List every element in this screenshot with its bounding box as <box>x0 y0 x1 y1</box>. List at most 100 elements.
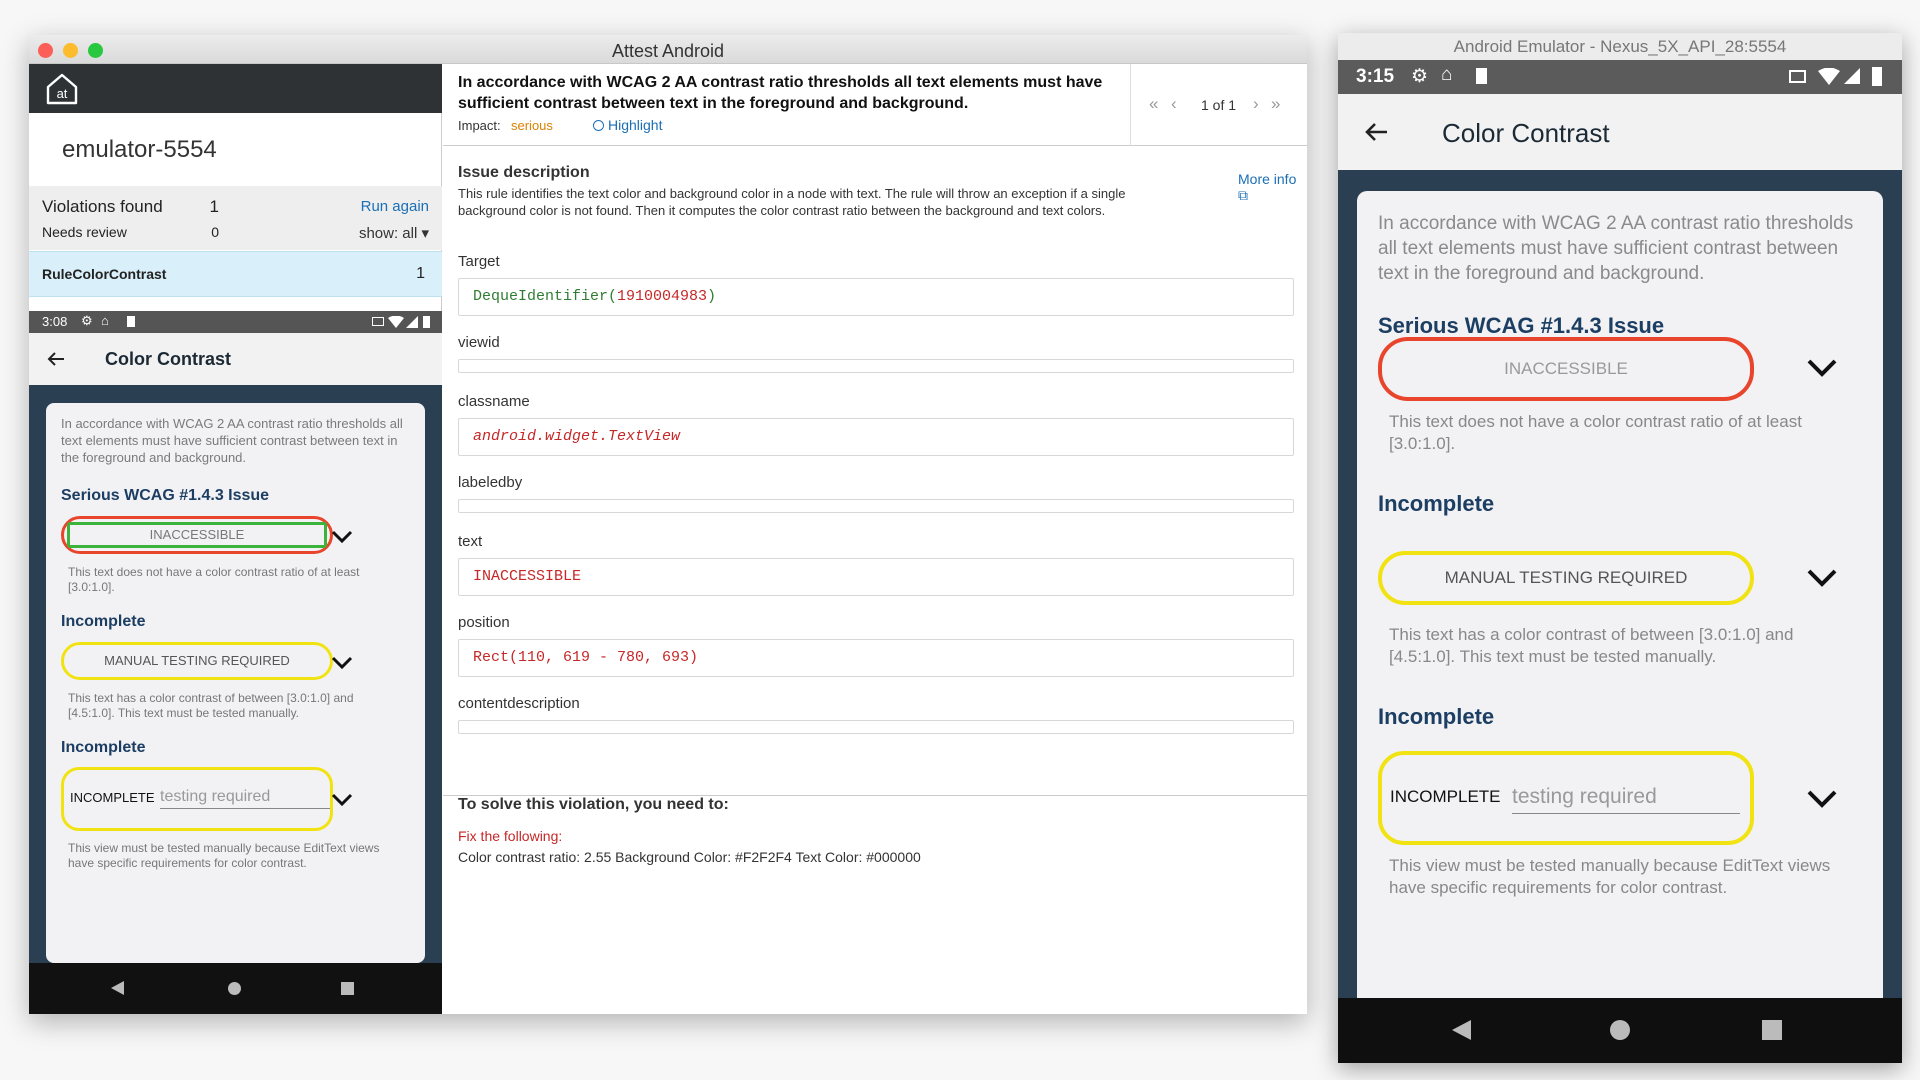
inaccessible-pill[interactable]: INACCESSIBLE <box>1378 337 1754 401</box>
attest-titlebar: Attest Android <box>29 35 1307 64</box>
mini-incomplete-heading-2: Incomplete <box>61 739 146 756</box>
chevron-down-icon[interactable] <box>1806 789 1838 808</box>
issue-pager: « ‹ 1 of 1 › » <box>1130 64 1307 146</box>
mini-inaccessible-pill[interactable]: INACCESSIBLE <box>61 516 333 554</box>
issue-description-heading: Issue description <box>458 164 590 181</box>
field-value-classname[interactable]: android.widget.TextView <box>458 418 1294 456</box>
window-title: Attest Android <box>611 41 725 61</box>
android-emulator-window: Android Emulator - Nexus_5X_API_28:5554 … <box>1338 33 1902 1063</box>
incomplete-input[interactable]: testing required <box>1512 785 1740 814</box>
results-summary: Violations found 1 Needs review 0 Run ag… <box>29 186 442 250</box>
next-page-icon[interactable]: › <box>1253 94 1259 114</box>
chevron-down-icon[interactable] <box>1806 568 1838 587</box>
mini-intro-text: In accordance with WCAG 2 AA contrast ra… <box>61 416 403 465</box>
run-again-link[interactable]: Run again <box>361 198 429 215</box>
target-fn: DequeIdentifier( <box>473 288 618 305</box>
mini-incomplete-desc: This view must be tested manually becaus… <box>68 841 380 870</box>
field-label-target: Target <box>458 253 500 270</box>
prev-page-icon[interactable]: ‹ <box>1171 94 1177 114</box>
mini-incomplete-label: INCOMPLETE <box>70 790 155 805</box>
more-info-link[interactable]: More info ⧉ <box>1238 171 1307 204</box>
solve-section: To solve this violation, you need to: Fi… <box>443 795 1307 1014</box>
wifi-icon <box>1818 68 1840 85</box>
nav-home-icon[interactable] <box>228 982 241 995</box>
battery-icon <box>423 316 430 328</box>
field-value-target[interactable]: DequeIdentifier(1910004983) <box>458 278 1294 316</box>
last-page-icon[interactable]: » <box>1271 94 1280 114</box>
app-status-icon: ⌂ <box>1441 64 1453 85</box>
field-label-contentdescription: contentdescription <box>458 695 580 712</box>
issue-header: In accordance with WCAG 2 AA contrast ra… <box>443 64 1307 146</box>
rule-count: 1 <box>416 265 425 282</box>
nav-home-icon[interactable] <box>1610 1020 1630 1040</box>
show-filter-dropdown[interactable]: show: all ▾ <box>359 224 429 242</box>
field-value-position[interactable]: Rect(110, 619 - 780, 693) <box>458 639 1294 677</box>
inaccessible-desc: This text does not have a color contrast… <box>1389 412 1802 453</box>
mini-status-bar: 3:08 ⚙ ⌂ <box>29 311 442 333</box>
rule-list-item[interactable]: RuleColorContrast 1 <box>29 251 442 297</box>
needs-review-label: Needs review <box>42 224 127 240</box>
settings-status-icon: ⚙ <box>1411 66 1429 87</box>
intro-text: In accordance with WCAG 2 AA contrast ra… <box>1378 213 1854 284</box>
highlight-button[interactable]: Highlight <box>593 117 662 133</box>
back-arrow-icon <box>47 352 64 366</box>
violations-count: 1 <box>209 197 219 216</box>
fix-detail: Color contrast ratio: 2.55 Background Co… <box>458 849 921 865</box>
field-value-text[interactable]: INACCESSIBLE <box>458 558 1294 596</box>
incomplete-heading-2: Incomplete <box>1378 704 1495 729</box>
first-page-icon[interactable]: « <box>1149 94 1158 114</box>
chevron-down-icon[interactable] <box>331 656 353 669</box>
cast-icon <box>1789 70 1806 83</box>
app-header: at <box>29 64 442 113</box>
mini-nav-bar <box>29 963 442 1014</box>
emulator-title: Android Emulator - Nexus_5X_API_28:5554 <box>1453 37 1787 56</box>
results-panel: at emulator-5554 Violations found 1 Need… <box>29 64 442 1014</box>
attest-logo-icon: at <box>46 73 78 105</box>
emulator-app-bar: Color Contrast <box>1338 94 1902 170</box>
mini-manual-pill[interactable]: MANUAL TESTING REQUIRED <box>61 642 333 680</box>
field-value-contentdescription[interactable] <box>458 720 1294 734</box>
mini-app-title: Color Contrast <box>105 349 231 369</box>
cast-icon <box>372 317 384 326</box>
sd-card-icon <box>1476 68 1487 84</box>
mini-incomplete-field[interactable]: INCOMPLETE testing required <box>61 767 333 831</box>
mini-serious-heading: Serious WCAG #1.4.3 Issue <box>61 487 270 504</box>
needs-review-count: 0 <box>211 224 219 240</box>
emulator-status-bar: 3:15 ⚙ ⌂ <box>1338 60 1902 94</box>
device-name: emulator-5554 <box>62 136 217 163</box>
impact-label: Impact: <box>458 118 501 133</box>
chevron-down-icon[interactable] <box>1806 358 1838 377</box>
manual-desc: This text has a color contrast of betwee… <box>1389 625 1794 666</box>
issue-title: In accordance with WCAG 2 AA contrast ra… <box>458 74 1103 112</box>
back-arrow-icon[interactable] <box>1364 122 1388 142</box>
device-screenshot: 3:08 ⚙ ⌂ Color Contrast In accordance wi… <box>29 311 442 1014</box>
battery-icon <box>1872 67 1882 86</box>
sd-card-icon <box>127 316 135 327</box>
emulator-titlebar: Android Emulator - Nexus_5X_API_28:5554 <box>1338 33 1902 60</box>
issue-detail-panel: In accordance with WCAG 2 AA contrast ra… <box>443 64 1307 1014</box>
emulator-nav-bar <box>1338 998 1902 1063</box>
mini-incomplete-heading-1: Incomplete <box>61 613 146 630</box>
nav-back-icon[interactable] <box>111 981 125 995</box>
mini-content-card: In accordance with WCAG 2 AA contrast ra… <box>46 403 425 963</box>
chevron-down-icon[interactable] <box>331 793 353 806</box>
field-value-viewid[interactable] <box>458 359 1294 373</box>
more-info-label: More info <box>1238 171 1297 187</box>
signal-icon <box>406 316 418 328</box>
impact-value: serious <box>511 118 553 133</box>
violations-label: Violations found <box>42 197 163 216</box>
mini-inaccessible-desc: This text does not have a color contrast… <box>68 565 360 594</box>
nav-recents-icon[interactable] <box>341 982 354 995</box>
nav-back-icon[interactable] <box>1452 1020 1472 1040</box>
rule-name: RuleColorContrast <box>42 266 167 282</box>
solve-heading: To solve this violation, you need to: <box>458 796 729 813</box>
manual-pill[interactable]: MANUAL TESTING REQUIRED <box>1378 551 1754 605</box>
pager-text: 1 of 1 <box>1201 97 1237 113</box>
nav-recents-icon[interactable] <box>1762 1020 1782 1040</box>
mini-incomplete-input[interactable]: testing required <box>160 788 330 809</box>
emulator-content-card: In accordance with WCAG 2 AA contrast ra… <box>1357 191 1883 1031</box>
field-value-labeledby[interactable] <box>458 499 1294 513</box>
external-link-icon: ⧉ <box>1238 187 1248 203</box>
incomplete-field[interactable]: INCOMPLETE testing required <box>1378 751 1754 845</box>
chevron-down-icon[interactable] <box>331 530 353 543</box>
